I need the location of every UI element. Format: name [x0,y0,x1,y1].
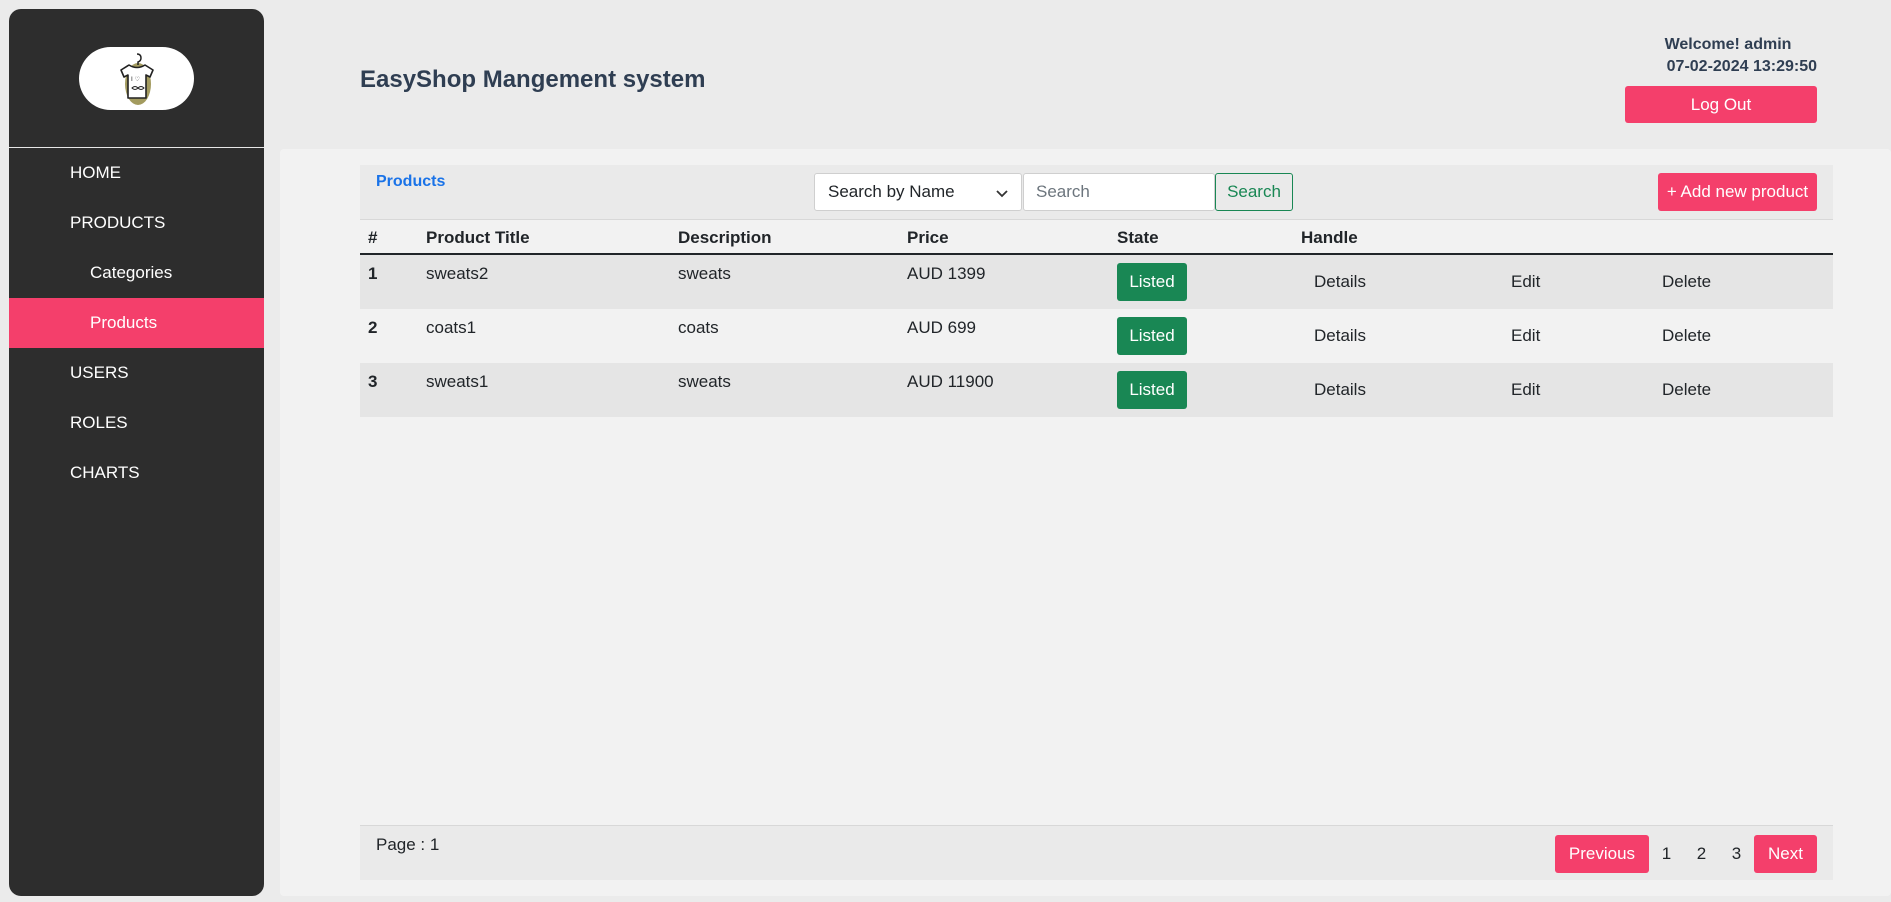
state-listed-button[interactable]: Listed [1117,371,1187,409]
toolbar: Products Search by Name Search + Add new… [360,165,1833,220]
sidebar-item-products[interactable]: PRODUCTS [9,198,264,248]
logout-button[interactable]: Log Out [1625,86,1817,123]
page-indicator: Page : 1 [376,835,440,854]
product-description: sweats [678,264,731,283]
search-button[interactable]: Search [1215,173,1293,211]
delete-button[interactable]: Delete [1662,326,1711,346]
table-footer: Page : 1 Previous 1 2 3 Next [360,825,1833,880]
details-button[interactable]: Details [1314,326,1366,346]
state-listed-button[interactable]: Listed [1117,317,1187,355]
state-listed-button[interactable]: Listed [1117,263,1187,301]
sidebar-item-roles[interactable]: ROLES [9,398,264,448]
product-price: AUD 1399 [907,264,986,283]
page-1-link[interactable]: 1 [1649,844,1684,864]
delete-button[interactable]: Delete [1662,272,1711,292]
edit-button[interactable]: Edit [1511,380,1540,400]
details-button[interactable]: Details [1314,380,1366,400]
breadcrumb[interactable]: Products [376,173,445,191]
sidebar-nav: HOME PRODUCTS Categories Products USERS … [9,148,264,498]
main-panel: Products Search by Name Search + Add new… [280,149,1891,896]
sidebar-item-users[interactable]: USERS [9,348,264,398]
table-header: # Product Title Description Price State … [360,221,1833,255]
column-header-description: Description [678,228,772,247]
sidebar-item-label: CHARTS [70,463,140,482]
welcome-text: Welcome! admin [1664,36,1792,53]
product-price: AUD 11900 [907,372,994,391]
table-row: 2 coats1 coats AUD 699 Listed Details Ed… [360,309,1833,363]
sidebar-item-categories[interactable]: Categories [9,248,264,298]
table-row: 1 sweats2 sweats AUD 1399 Listed Details… [360,255,1833,309]
row-number: 2 [368,318,378,337]
column-header-handle: Handle [1301,228,1358,247]
sidebar-item-products-list[interactable]: Products [9,298,264,348]
column-header-state: State [1117,228,1159,247]
details-button[interactable]: Details [1314,272,1366,292]
svg-text:I ♡: I ♡ [131,76,140,83]
sidebar-item-label: Categories [90,263,173,282]
logo[interactable]: I ♡ [79,46,194,110]
chevron-down-icon [996,190,1008,198]
sidebar: I ♡ HOME PRODUCTS Categories Products US… [9,9,264,896]
column-header-price: Price [907,228,949,247]
page-2-link[interactable]: 2 [1684,844,1719,864]
row-number: 1 [368,264,378,283]
add-product-button[interactable]: + Add new product [1658,173,1817,211]
sidebar-item-label: HOME [70,163,121,182]
sidebar-item-charts[interactable]: CHARTS [9,448,264,498]
search-by-selected: Search by Name [828,182,955,201]
user-info: Welcome! admin 07-02-2024 13:29:50 [1617,34,1817,78]
sidebar-item-home[interactable]: HOME [9,148,264,198]
search-by-select[interactable]: Search by Name [814,173,1022,211]
page-3-link[interactable]: 3 [1719,844,1754,864]
product-title: sweats1 [426,372,489,391]
logo-area: I ♡ [9,9,264,148]
sidebar-item-label: Products [90,313,158,332]
next-page-button[interactable]: Next [1754,835,1817,873]
edit-button[interactable]: Edit [1511,272,1540,292]
row-number: 3 [368,372,378,391]
column-header-title: Product Title [426,228,530,247]
sidebar-item-label: USERS [70,363,129,382]
product-price: AUD 699 [907,318,976,337]
sidebar-item-label: ROLES [70,413,128,432]
page-title: EasyShop Mangement system [360,66,706,93]
table-row: 3 sweats1 sweats AUD 11900 Listed Detail… [360,363,1833,417]
tshirt-logo-icon: I ♡ [119,53,154,105]
column-header-number: # [368,228,378,247]
product-description: sweats [678,372,731,391]
previous-page-button[interactable]: Previous [1554,835,1650,873]
sidebar-item-label: PRODUCTS [70,213,166,232]
products-table: # Product Title Description Price State … [360,221,1833,417]
product-description: coats [678,318,719,337]
pagination: Previous 1 2 3 Next [1554,835,1817,873]
product-title: coats1 [426,318,477,337]
search-input[interactable] [1023,173,1215,211]
edit-button[interactable]: Edit [1511,326,1540,346]
datetime-text: 07-02-2024 13:29:50 [1666,58,1817,75]
product-title: sweats2 [426,264,489,283]
delete-button[interactable]: Delete [1662,380,1711,400]
